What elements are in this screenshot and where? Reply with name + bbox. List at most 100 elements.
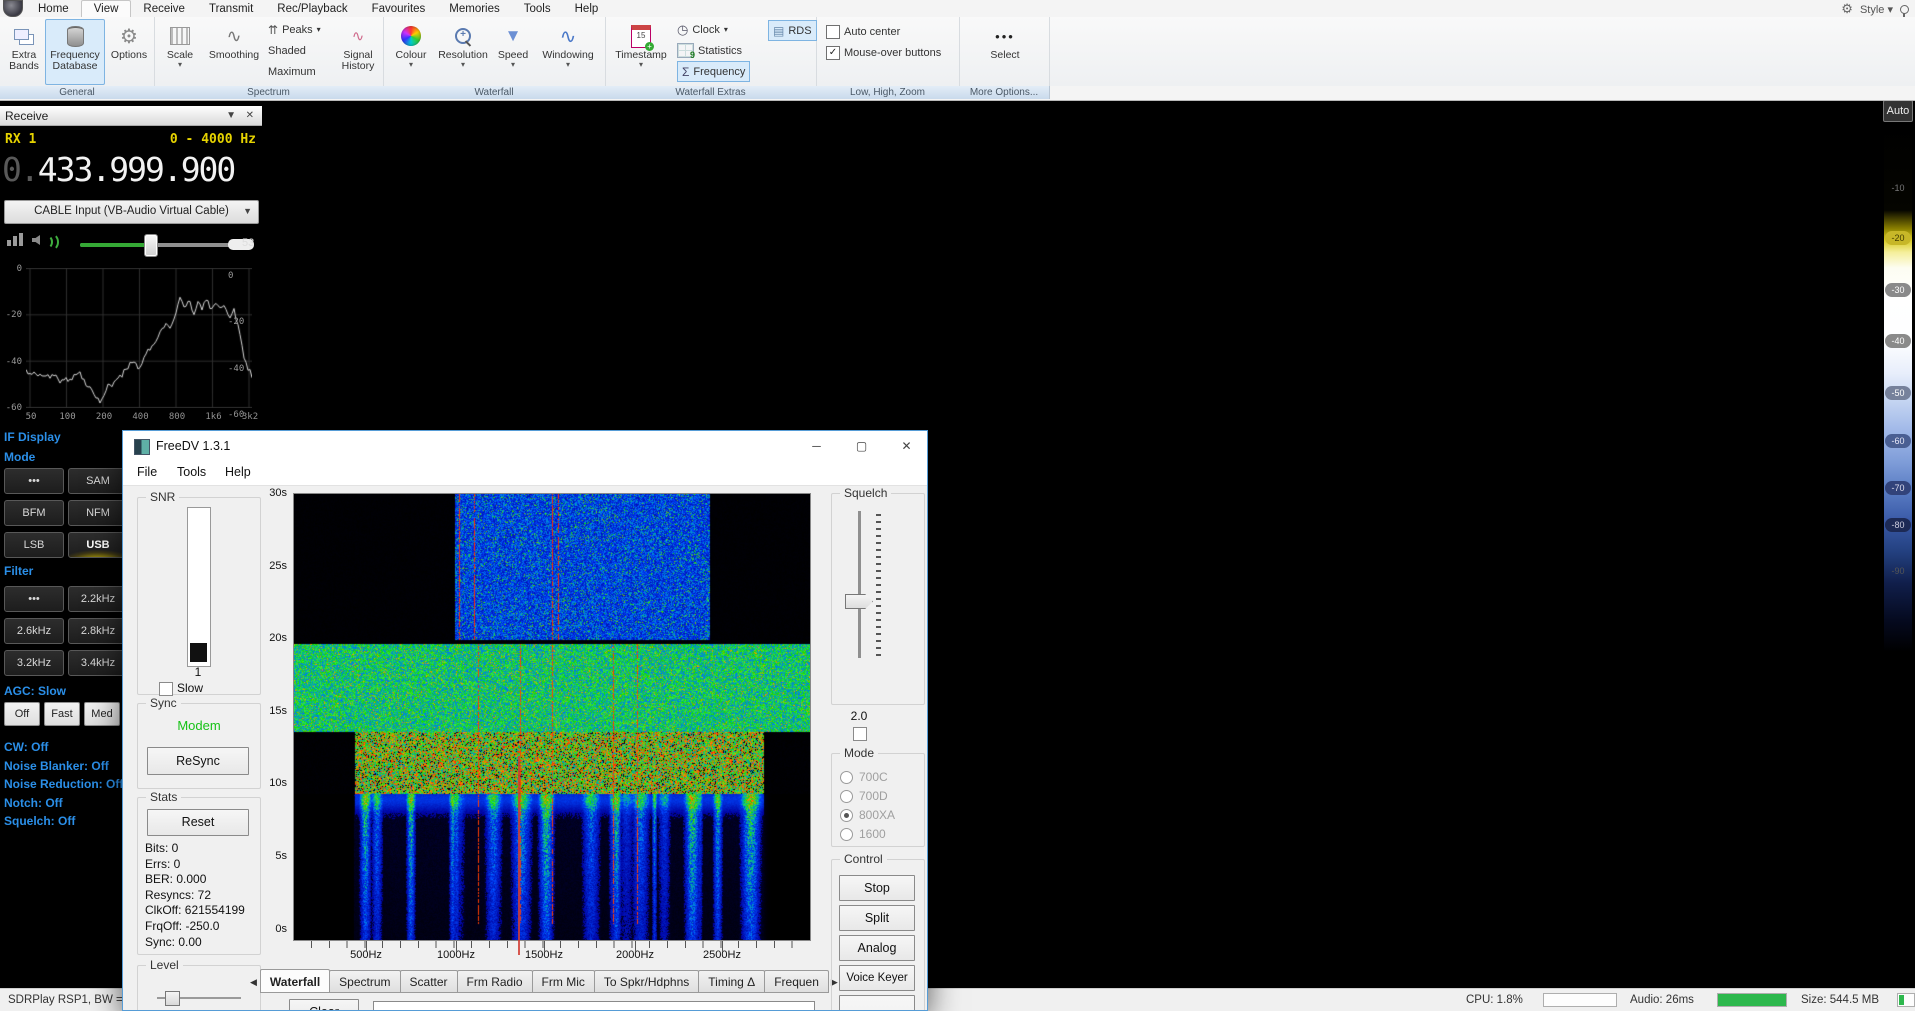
ribbon-tab-memories[interactable]: Memories [437,1,511,17]
button-bfm[interactable]: BFM [4,500,64,526]
radio-700c[interactable] [840,771,853,784]
control-button-split[interactable]: Split [839,905,915,931]
mouse-over-buttons-checkbox[interactable]: ✓ Mouse-over buttons [826,43,941,62]
freedv-tab-waterfall[interactable]: Waterfall [260,969,330,993]
minimize-button[interactable]: ─ [794,431,839,461]
agc-button-off[interactable]: Off [4,702,40,726]
button-nfm[interactable]: NFM [68,500,128,526]
text-entry-field[interactable] [373,1001,815,1011]
snr-slow-checkbox[interactable] [159,682,173,696]
audio-output-select[interactable]: CABLE Input (VB-Audio Virtual Cable)▼ [4,200,259,224]
receive-panel-header[interactable]: Receive ▼ ✕ [0,106,262,126]
extra-bands-button[interactable]: Extra Bands [2,19,46,85]
style-menu[interactable]: Style ▾ [1860,3,1893,16]
speaker-icon[interactable] [32,235,42,245]
freedv-titlebar[interactable]: FreeDV 1.3.1 ─ ▢ ✕ [123,431,927,461]
radio-700d[interactable] [840,790,853,803]
ribbon-tab-rec-playback[interactable]: Rec/Playback [265,1,359,17]
maximize-button[interactable]: ▢ [839,431,884,461]
freedv-tab-scatter[interactable]: Scatter [400,970,458,993]
frequency-database-button[interactable]: Frequency Database [45,19,105,85]
agc-button-med[interactable]: Med [84,702,120,726]
freedv-waterfall-canvas[interactable] [294,494,810,940]
clock-button[interactable]: ◷ Clock▾ [677,20,728,39]
radio-1600[interactable] [840,828,853,841]
pin-icon[interactable] [1900,5,1909,14]
ptt-button[interactable]: PTT [839,995,915,1011]
control-button-analog[interactable]: Analog [839,935,915,961]
speed-button[interactable]: ▼ Speed▾ [491,19,535,85]
button-3-4khz[interactable]: 3.4kHz [68,650,128,676]
tab-scroll-left[interactable]: ◀ [247,972,260,993]
freedv-tab-frm-radio[interactable]: Frm Radio [457,970,533,993]
level-slider-handle[interactable] [165,991,180,1006]
close-button[interactable]: ✕ [884,431,928,461]
ribbon-tab-favourites[interactable]: Favourites [360,1,438,17]
app-menu-button[interactable] [3,0,23,17]
menu-help[interactable]: Help [225,465,251,479]
volume-slider-handle[interactable] [144,234,158,257]
ribbon-tab-transmit[interactable]: Transmit [197,1,265,17]
windowing-button[interactable]: ∿ Windowing▾ [535,19,601,85]
stats-reset-button[interactable]: Reset [147,809,249,836]
agc-label[interactable]: AGC: Slow [4,684,66,698]
peaks-button[interactable]: ⇈ Peaks▾ [268,20,321,39]
statistics-button[interactable]: 9 Statistics [677,41,742,60]
button-2-6khz[interactable]: 2.6kHz [4,618,64,644]
scale-button[interactable]: Scale▾ [158,19,202,85]
button--[interactable]: ••• [4,468,64,494]
frequency-button[interactable]: Σ Frequency [677,61,750,82]
radio-label-1600: 1600 [859,827,886,841]
radio-800xa[interactable] [840,809,853,822]
menu-file[interactable]: File [137,465,157,479]
collapse-icon[interactable]: ▼ [226,106,236,126]
frequency-display[interactable]: 0.433.999.900 [2,150,260,192]
auto-scale-button[interactable]: Auto [1883,100,1913,122]
freedv-tab-spectrum[interactable]: Spectrum [329,970,400,993]
control-button-stop[interactable]: Stop [839,875,915,901]
menu-tools[interactable]: Tools [177,465,206,479]
rds-button[interactable]: ▤ RDS [768,20,817,41]
freedv-tab-frm-mic[interactable]: Frm Mic [532,970,595,993]
close-icon[interactable]: ✕ [246,106,254,126]
signal-history-button[interactable]: ∿ Signal History [334,19,382,85]
timestamp-button[interactable]: 15+ Timestamp▾ [611,19,671,85]
button-lsb[interactable]: LSB [4,532,64,558]
mode-section-label[interactable]: Mode [4,450,35,464]
shaded-button[interactable]: Shaded [268,41,306,60]
snr-value: 1 [187,665,209,679]
button-sam[interactable]: SAM [68,468,128,494]
auto-center-checkbox[interactable]: Auto center [826,22,900,41]
freedv-tab-frequen[interactable]: Frequen [764,970,829,993]
freedv-tab-timing-[interactable]: Timing Δ [698,970,765,993]
control-button-voice-keyer[interactable]: Voice Keyer [839,965,915,991]
ribbon-tab-tools[interactable]: Tools [512,1,563,17]
options-button[interactable]: ⚙ Options [105,19,153,85]
resync-button[interactable]: ReSync [147,747,249,775]
scale-chip: -10 [1885,181,1911,195]
smoothing-button[interactable]: ∿ Smoothing [202,19,266,85]
freedv-waterfall-plot[interactable] [293,493,811,941]
ribbon-tab-view[interactable]: View [81,0,132,17]
freedv-window[interactable]: FreeDV 1.3.1 ─ ▢ ✕ File Tools Help SNR 1… [122,430,928,1011]
colour-button[interactable]: Colour▾ [387,19,435,85]
button--[interactable]: ••• [4,586,64,612]
squelch-checkbox[interactable] [853,727,867,741]
freedv-tab-to-spkr-hdphns[interactable]: To Spkr/Hdphns [594,970,699,993]
clear-button[interactable]: Clear [289,999,359,1011]
maximum-button[interactable]: Maximum [268,62,316,81]
ribbon-tab-receive[interactable]: Receive [131,1,197,17]
select-button[interactable]: ••• Select [974,19,1036,85]
squelch-slider-track[interactable] [858,511,861,658]
button-usb[interactable]: USB [68,532,128,558]
settings-gear-icon[interactable]: ⚙ [1841,1,1853,17]
button-2-2khz[interactable]: 2.2kHz [68,586,128,612]
button-2-8khz[interactable]: 2.8kHz [68,618,128,644]
resolution-button[interactable]: + Resolution▾ [435,19,491,85]
ribbon-tab-home[interactable]: Home [26,1,81,17]
agc-button-fast[interactable]: Fast [44,702,80,726]
button-3-2khz[interactable]: 3.2kHz [4,650,64,676]
if-display-label[interactable]: IF Display [4,430,61,444]
ribbon-tab-help[interactable]: Help [563,1,611,17]
filter-section-label[interactable]: Filter [4,564,33,578]
